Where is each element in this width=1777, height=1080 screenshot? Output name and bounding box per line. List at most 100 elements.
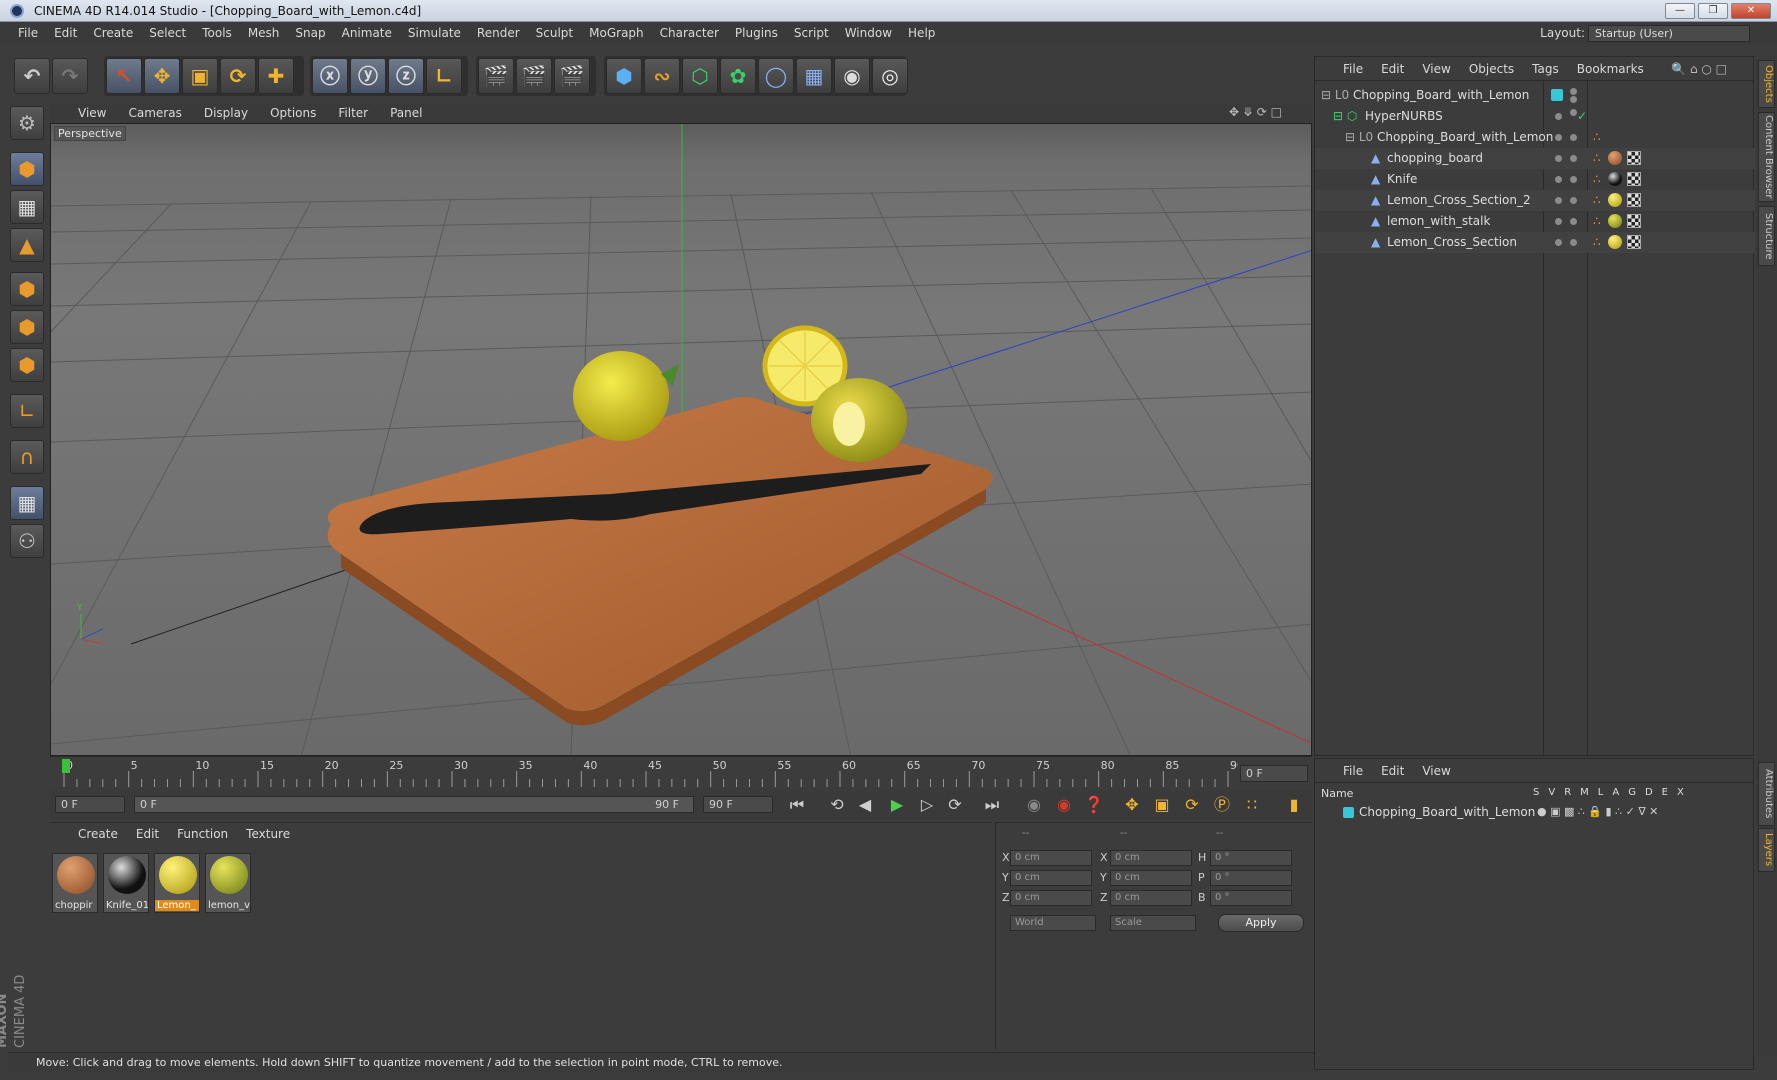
material-knife[interactable]: Knife_01: [103, 853, 149, 913]
scale-tool-icon[interactable]: ▣: [182, 58, 218, 94]
spline-pen-icon[interactable]: ∾: [644, 58, 680, 94]
position-y-field[interactable]: 0 cm: [1010, 870, 1092, 886]
previous-frame-icon[interactable]: ◀: [853, 794, 877, 816]
viewport-nav-icons[interactable]: ✥ ⤋ ⟳ □: [1229, 105, 1282, 119]
material-menu-texture[interactable]: Texture: [246, 827, 290, 841]
objects-menu-view[interactable]: View: [1422, 62, 1450, 76]
collapse-icon[interactable]: ⊟ L0: [1321, 85, 1349, 106]
layer-color-icon[interactable]: [1343, 807, 1354, 818]
visibility-editor-icon[interactable]: [1555, 239, 1562, 246]
visibility-render-icon[interactable]: [1570, 176, 1577, 183]
material-tag-icon[interactable]: [1608, 193, 1622, 207]
snap-magnet-icon[interactable]: ∩: [10, 440, 44, 474]
restore-button[interactable]: ❐: [1698, 3, 1728, 19]
z-axis-lock-icon[interactable]: ⓩ: [388, 58, 424, 94]
menu-tools[interactable]: Tools: [202, 26, 232, 40]
objects-search-icon[interactable]: 🔍 ⌂ ○ □: [1671, 62, 1727, 76]
3d-viewport[interactable]: Y Perspective: [50, 123, 1312, 756]
uvw-tag-icon[interactable]: [1627, 172, 1641, 186]
visibility-editor-icon[interactable]: [1555, 218, 1562, 225]
keyframe-selection-icon[interactable]: ❓: [1082, 794, 1106, 816]
locked-workplane-icon[interactable]: ⚇: [10, 524, 44, 558]
make-editable-icon[interactable]: ⚙: [10, 106, 44, 140]
visibility-editor-icon[interactable]: [1555, 176, 1562, 183]
material-menu-edit[interactable]: Edit: [136, 827, 159, 841]
object-row[interactable]: ▲ Knife ∴: [1315, 169, 1755, 190]
texture-mode-icon[interactable]: ▦: [10, 190, 44, 224]
layer-column-header[interactable]: E: [1662, 787, 1668, 798]
layout-dropdown[interactable]: Startup (User): [1588, 25, 1750, 42]
object-row[interactable]: ⊟ L0 Chopping_Board_with_Lemon: [1315, 85, 1755, 106]
layer-column-header[interactable]: V: [1548, 787, 1555, 798]
material-tag-icon[interactable]: [1608, 235, 1622, 249]
record-active-icon[interactable]: ◉: [1022, 794, 1046, 816]
menu-mesh[interactable]: Mesh: [248, 26, 280, 40]
render-settings-icon[interactable]: 🎬: [554, 58, 590, 94]
layer-color-icon[interactable]: [1551, 89, 1563, 101]
layer-column-header[interactable]: M: [1580, 787, 1589, 798]
uvw-tag-icon[interactable]: [1627, 235, 1641, 249]
phong-tag-icon[interactable]: ∴: [1593, 190, 1601, 211]
layer-column-header[interactable]: D: [1645, 787, 1653, 798]
rotation-p-field[interactable]: 0 °: [1210, 870, 1292, 886]
key-rotation-icon[interactable]: ⟳: [1180, 794, 1204, 816]
redo-icon[interactable]: ↷: [52, 58, 88, 94]
go-to-end-icon[interactable]: ⏭: [980, 794, 1004, 816]
layers-menu-file[interactable]: File: [1343, 764, 1363, 778]
material-lemon-with-stalk[interactable]: lemon_v: [205, 853, 251, 913]
objects-menu-edit[interactable]: Edit: [1381, 62, 1404, 76]
material-menu-function[interactable]: Function: [177, 827, 228, 841]
enabled-check-icon[interactable]: ✓: [1577, 106, 1587, 127]
objects-menu-tags[interactable]: Tags: [1532, 62, 1559, 76]
key-scale-icon[interactable]: ▣: [1150, 794, 1174, 816]
object-row[interactable]: ⊟ ⬡ HyperNURBS ✓: [1315, 106, 1755, 127]
layer-column-header[interactable]: X: [1677, 787, 1684, 798]
visibility-editor-icon[interactable]: [1570, 88, 1577, 95]
rotation-h-field[interactable]: 0 °: [1210, 850, 1292, 866]
visibility-render-icon[interactable]: [1570, 109, 1577, 116]
polygons-mode-icon[interactable]: ⬢: [10, 348, 44, 382]
menu-window[interactable]: Window: [845, 26, 892, 40]
subdivision-surface-icon[interactable]: ⬡: [682, 58, 718, 94]
viewport-menu-panel[interactable]: Panel: [390, 106, 422, 120]
recent-tools-icon[interactable]: ✚: [258, 58, 294, 94]
y-axis-lock-icon[interactable]: ⓨ: [350, 58, 386, 94]
objects-menu-file[interactable]: File: [1343, 62, 1363, 76]
play-forward-icon[interactable]: ▶: [885, 794, 909, 816]
live-selection-icon[interactable]: ↖: [106, 58, 142, 94]
visibility-editor-icon[interactable]: [1555, 134, 1562, 141]
tab-layers[interactable]: Layers: [1758, 828, 1775, 872]
size-y-field[interactable]: 0 cm: [1110, 870, 1192, 886]
model-mode-icon[interactable]: ⬢: [10, 152, 44, 186]
workplane-lock-icon[interactable]: ▦: [10, 486, 44, 520]
coord-scale-dropdown[interactable]: Scale: [1110, 915, 1196, 931]
go-to-start-icon[interactable]: ⏮: [785, 794, 809, 816]
material-lemon[interactable]: Lemon_: [154, 853, 200, 913]
lemon-with-stalk-mesh[interactable]: [573, 351, 669, 441]
render-view-icon[interactable]: 🎬: [478, 58, 514, 94]
menu-sculpt[interactable]: Sculpt: [536, 26, 573, 40]
current-frame-field[interactable]: 0 F: [1240, 765, 1308, 782]
layers-menu-view[interactable]: View: [1422, 764, 1450, 778]
visibility-render-icon[interactable]: [1570, 96, 1577, 103]
timeline-window-icon[interactable]: ▮: [1282, 794, 1306, 816]
key-parameter-icon[interactable]: Ⓟ: [1210, 794, 1234, 816]
menu-render[interactable]: Render: [477, 26, 520, 40]
collapse-icon[interactable]: ⊟ L0: [1345, 127, 1373, 148]
menu-help[interactable]: Help: [908, 26, 935, 40]
cube-icon[interactable]: ⬢: [606, 58, 642, 94]
light-icon[interactable]: ◎: [872, 58, 908, 94]
rotation-b-field[interactable]: 0 °: [1210, 890, 1292, 906]
viewport-menu-view[interactable]: View: [78, 106, 106, 120]
menu-character[interactable]: Character: [660, 26, 719, 40]
layer-row[interactable]: Chopping_Board_with_Lemon ● ▣ ▩ ∴ 🔒 ▮ ∴ …: [1315, 803, 1755, 823]
material-tag-icon[interactable]: [1608, 172, 1622, 186]
deformer-icon[interactable]: ◯: [758, 58, 794, 94]
uvw-tag-icon[interactable]: [1627, 193, 1641, 207]
visibility-editor-icon[interactable]: [1555, 113, 1562, 120]
visibility-render-icon[interactable]: [1570, 197, 1577, 204]
apply-button[interactable]: Apply: [1218, 914, 1304, 932]
preview-range-slider[interactable]: 0 F 90 F: [134, 796, 694, 813]
layer-toggle-icons[interactable]: ● ▣ ▩ ∴ 🔒 ▮ ∴ ✓ ∇ ✕: [1537, 805, 1658, 818]
x-axis-lock-icon[interactable]: ⓧ: [312, 58, 348, 94]
